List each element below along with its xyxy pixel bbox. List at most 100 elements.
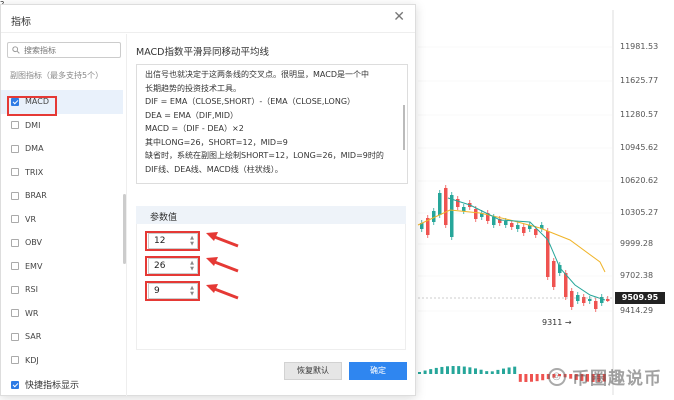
indicator-item-trix[interactable]: TRIX bbox=[1, 161, 123, 185]
indicator-checkbox[interactable] bbox=[11, 332, 19, 341]
list-scrollbar[interactable] bbox=[123, 194, 126, 264]
description-line: 缺省时，系统在副图上绘制SHORT=12，LONG=26，MID=9时的 bbox=[145, 151, 384, 160]
description-box: 出信号也就决定于这两条线的交叉点。很明显，MACD是一个中 长期趋势的投资技术工具… bbox=[136, 64, 408, 184]
macd-bar bbox=[490, 371, 494, 374]
price-axis-label: 10945.62 bbox=[620, 143, 659, 152]
quick-indicator-checkbox[interactable] bbox=[11, 380, 19, 389]
indicator-item-brar[interactable]: BRAR bbox=[1, 184, 123, 208]
price-axis-label: 11625.77 bbox=[620, 76, 659, 85]
macd-bar bbox=[462, 366, 466, 374]
indicator-label: KDJ bbox=[25, 355, 39, 365]
candle bbox=[450, 195, 454, 237]
indicator-item-dmi[interactable]: DMI bbox=[1, 114, 123, 138]
indicator-label: DMA bbox=[25, 144, 44, 154]
watermark: ◎ 币圈趣说币 bbox=[548, 364, 662, 389]
param-header: 参数值 bbox=[136, 206, 406, 224]
close-icon[interactable]: ✕ bbox=[393, 9, 405, 25]
description-line: 其中LONG=26，SHORT=12，MID=9 bbox=[145, 137, 288, 147]
indicator-title: MACD指数平滑异同移动平均线 bbox=[136, 47, 269, 58]
indicator-list: MACD DMI DMA TRIX BRAR VR OBV EMV RSI WR SAR KDJ bbox=[1, 90, 123, 372]
candle bbox=[522, 227, 526, 233]
macd-bar bbox=[518, 374, 522, 382]
indicator-label: WR bbox=[25, 308, 39, 318]
indicator-item-emv[interactable]: EMV bbox=[1, 255, 123, 279]
indicator-label: EMV bbox=[25, 261, 43, 271]
candle bbox=[492, 217, 496, 225]
arrow-icon bbox=[206, 257, 239, 273]
indicator-checkbox[interactable] bbox=[11, 285, 19, 294]
macd-annotation-box bbox=[7, 96, 57, 116]
indicator-label: VR bbox=[25, 214, 37, 224]
indicator-item-rsi[interactable]: RSI bbox=[1, 278, 123, 302]
description-line: MACD =（DIF - DEA）×2 bbox=[145, 124, 244, 133]
indicator-item-wr[interactable]: WR bbox=[1, 302, 123, 326]
description-line: DEA = EMA（DIF,MID） bbox=[145, 110, 238, 120]
watermark-logo-icon: ◎ bbox=[548, 367, 566, 386]
dialog-header: 指标 ✕ bbox=[1, 5, 415, 33]
macd-bar bbox=[457, 366, 461, 374]
reset-default-button[interactable]: 恢复默认 bbox=[284, 362, 342, 380]
min-price-label: 9311 → bbox=[542, 318, 572, 327]
indicator-checkbox[interactable] bbox=[11, 215, 19, 224]
subchart-hint: 副图指标（最多支持5个） bbox=[10, 71, 104, 80]
macd-bar bbox=[502, 368, 505, 374]
search-box[interactable] bbox=[7, 42, 121, 58]
candle bbox=[462, 207, 466, 211]
indicator-checkbox[interactable] bbox=[11, 144, 19, 153]
indicator-label: TRIX bbox=[25, 167, 44, 177]
price-axis-label: 11280.57 bbox=[620, 110, 659, 119]
macd-bar bbox=[535, 374, 539, 382]
description-scrollbar[interactable] bbox=[403, 105, 405, 150]
indicator-item-kdj[interactable]: KDJ bbox=[1, 349, 123, 373]
watermark-text: 币圈趣说币 bbox=[572, 369, 662, 389]
candle bbox=[516, 225, 520, 229]
search-input[interactable] bbox=[24, 44, 118, 56]
candle bbox=[438, 193, 442, 215]
arrow-icon bbox=[206, 232, 239, 248]
indicator-label: DMI bbox=[25, 120, 41, 130]
macd-bar bbox=[468, 367, 472, 374]
indicator-item-dma[interactable]: DMA bbox=[1, 137, 123, 161]
param-short-annotation bbox=[145, 231, 200, 251]
macd-bar bbox=[440, 366, 444, 374]
description-line: DIF = EMA（CLOSE,SHORT）-（EMA（CLOSE,LONG） bbox=[145, 97, 356, 106]
candle bbox=[570, 291, 574, 307]
indicator-item-vr[interactable]: VR bbox=[1, 208, 123, 232]
macd-bar bbox=[479, 369, 483, 374]
candle bbox=[594, 301, 598, 309]
price-axis-label: 11981.53 bbox=[620, 42, 659, 51]
indicator-checkbox[interactable] bbox=[11, 121, 19, 130]
macd-bar bbox=[423, 370, 427, 374]
candle bbox=[552, 261, 556, 287]
price-axis-label: 10620.62 bbox=[620, 176, 659, 185]
description-line: 长期趋势的投资技术工具。 bbox=[145, 83, 241, 93]
macd-bar bbox=[524, 374, 528, 382]
price-axis-label: 10305.27 bbox=[620, 208, 659, 217]
candle bbox=[510, 223, 514, 227]
indicator-checkbox[interactable] bbox=[11, 168, 19, 177]
candle bbox=[444, 188, 448, 225]
indicator-dialog: 指标 ✕ 副图指标（最多支持5个） MACDDMIDMATRIXBRARVROB… bbox=[0, 4, 416, 396]
indicator-item-sar[interactable]: SAR bbox=[1, 325, 123, 349]
indicator-checkbox[interactable] bbox=[11, 191, 19, 200]
quick-indicator-toggle[interactable]: 快捷指标显示 bbox=[11, 378, 79, 391]
indicator-checkbox[interactable] bbox=[11, 356, 19, 365]
description-line: 出信号也就决定于这两条线的交叉点。很明显，MACD是一个中 bbox=[145, 70, 369, 79]
indicator-checkbox[interactable] bbox=[11, 238, 19, 247]
macd-bar bbox=[451, 366, 455, 374]
price-axis-label: 9702.38 bbox=[620, 271, 654, 280]
candle bbox=[588, 299, 592, 301]
confirm-button[interactable]: 确定 bbox=[349, 362, 407, 380]
macd-bar bbox=[434, 367, 438, 374]
indicator-checkbox[interactable] bbox=[11, 262, 19, 271]
current-price-tag: 9509.95 bbox=[615, 292, 665, 304]
indicator-label: OBV bbox=[25, 238, 43, 248]
indicator-checkbox[interactable] bbox=[11, 309, 19, 318]
candle bbox=[606, 299, 610, 301]
param-title: 参数值 bbox=[150, 213, 178, 223]
description-line: DIF线、DEA线、MACD线（柱状线）。 bbox=[145, 164, 283, 174]
price-axis-label: 9414.29 bbox=[620, 306, 654, 315]
indicator-item-obv[interactable]: OBV bbox=[1, 231, 123, 255]
macd-bar bbox=[541, 374, 545, 381]
quick-indicator-label: 快捷指标显示 bbox=[25, 381, 80, 391]
